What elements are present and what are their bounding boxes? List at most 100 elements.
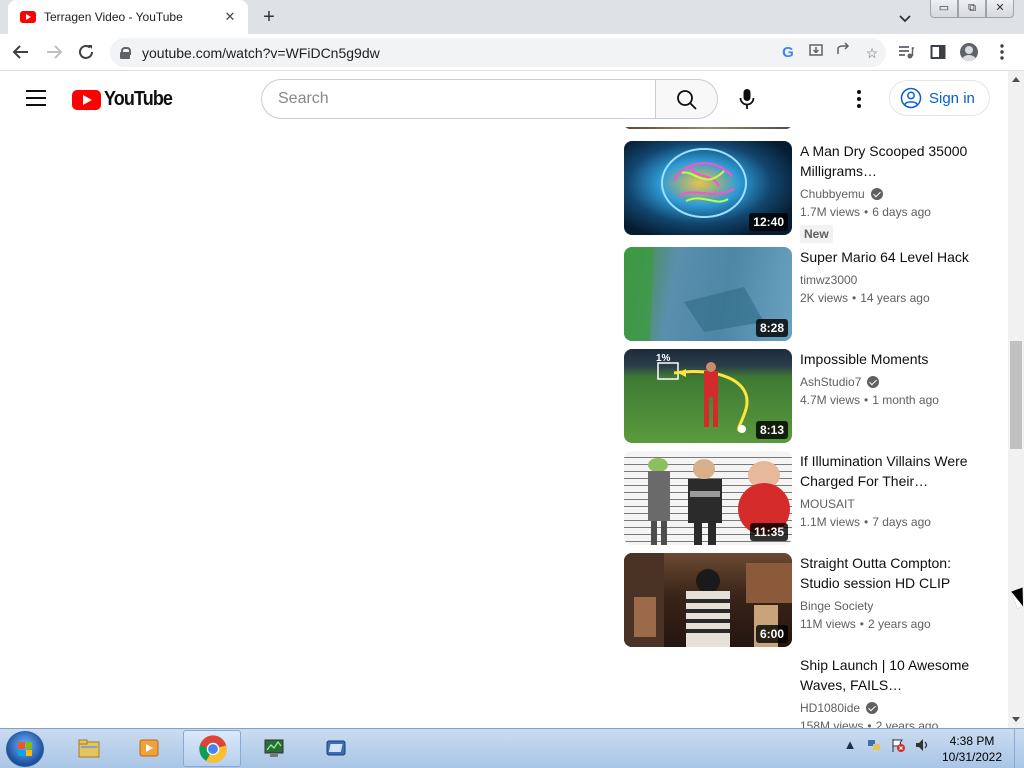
lock-icon[interactable] bbox=[120, 46, 131, 59]
recommendation-item[interactable]: Ship Launch | 10 Awesome Waves, FAILS… H… bbox=[624, 655, 984, 728]
taskbar-explorer[interactable] bbox=[60, 730, 118, 767]
volume-icon[interactable] bbox=[914, 737, 930, 753]
restore-button[interactable]: ⧉ bbox=[958, 0, 986, 18]
chevron-down-icon bbox=[899, 15, 911, 23]
folder-icon bbox=[78, 739, 100, 758]
taskbar-chrome[interactable] bbox=[183, 730, 241, 767]
video-thumbnail[interactable]: 12:40 bbox=[624, 141, 792, 235]
youtube-logo[interactable]: YouTube bbox=[72, 88, 180, 111]
network-icon[interactable] bbox=[866, 737, 882, 753]
sign-in-label: Sign in bbox=[929, 89, 975, 107]
settings-menu-button[interactable] bbox=[848, 87, 872, 111]
system-tray: ▲ bbox=[842, 737, 930, 753]
start-button[interactable] bbox=[6, 731, 44, 767]
video-title[interactable]: Straight Outta Compton: Studio session H… bbox=[800, 553, 970, 593]
recommendation-item[interactable]: 12:40 A Man Dry Scooped 35000 Milligrams… bbox=[624, 141, 984, 243]
channel-name-row: MOUSAIT bbox=[800, 495, 970, 513]
action-center-flag-icon[interactable] bbox=[890, 737, 906, 753]
kebab-menu-icon bbox=[857, 90, 861, 108]
bookmark-star-icon[interactable]: ☆ bbox=[858, 42, 886, 64]
taskbar-media-player[interactable] bbox=[120, 730, 178, 767]
windows-taskbar: ▲ 4:38 PM 10/31/2022 bbox=[0, 728, 1024, 768]
video-stats: 2K views • 14 years ago bbox=[800, 291, 930, 305]
taskbar-window-app[interactable] bbox=[307, 730, 365, 767]
address-bar[interactable]: youtube.com/watch?v=WFiDCn5g9dw G ☆ bbox=[110, 38, 886, 67]
recommendation-item[interactable]: 1% 8:13 Impossible Moments AshStudio7 4.… bbox=[624, 349, 984, 443]
video-meta: Straight Outta Compton: Studio session H… bbox=[800, 553, 970, 633]
new-tab-button[interactable]: + bbox=[258, 6, 280, 28]
page-scrollbar[interactable] bbox=[1008, 71, 1024, 728]
clock-time: 4:38 PM bbox=[949, 734, 995, 748]
video-thumbnail[interactable]: 6:00 bbox=[624, 553, 792, 647]
search-input[interactable]: Search bbox=[261, 79, 655, 119]
tab-close-icon[interactable]: ✕ bbox=[222, 9, 238, 25]
browser-tab[interactable]: Terragen Video - YouTube ✕ bbox=[8, 0, 248, 34]
verified-check-icon bbox=[867, 376, 880, 388]
video-duration: 11:35 bbox=[749, 523, 788, 541]
tab-search-button[interactable] bbox=[895, 8, 915, 28]
clock-date: 10/31/2022 bbox=[941, 750, 1003, 764]
side-panel-button[interactable] bbox=[924, 39, 952, 65]
sign-in-button[interactable]: Sign in bbox=[889, 80, 990, 116]
search-button[interactable] bbox=[655, 79, 718, 119]
scroll-up-arrow-icon[interactable] bbox=[1012, 77, 1020, 82]
upload-age: 1 month ago bbox=[872, 393, 939, 407]
voice-search-button[interactable] bbox=[727, 79, 767, 119]
channel-name-row: Binge Society bbox=[800, 597, 970, 615]
video-thumbnail[interactable]: 8:28 bbox=[624, 247, 792, 341]
window-controls: ▭ ⧉ ✕ bbox=[930, 0, 1014, 18]
video-duration: 12:40 bbox=[749, 213, 788, 231]
browser-menu-button[interactable] bbox=[988, 39, 1016, 65]
video-title[interactable]: If Illumination Villains Were Charged Fo… bbox=[800, 451, 970, 491]
close-window-button[interactable]: ✕ bbox=[986, 0, 1014, 18]
taskbar-task-manager[interactable] bbox=[245, 730, 303, 767]
url-text[interactable]: youtube.com/watch?v=WFiDCn5g9dw bbox=[142, 45, 774, 61]
video-stats: 158M views • 2 years ago bbox=[800, 717, 970, 728]
channel-name[interactable]: MOUSAIT bbox=[800, 497, 855, 511]
scroll-thumb[interactable] bbox=[1010, 341, 1022, 449]
recommendation-item[interactable]: 8:28 Super Mario 64 Level Hack timwz3000… bbox=[624, 247, 984, 341]
youtube-logo-text: YouTube bbox=[104, 88, 173, 110]
guide-menu-button[interactable] bbox=[26, 90, 46, 106]
video-title[interactable]: Ship Launch | 10 Awesome Waves, FAILS… bbox=[800, 655, 970, 695]
media-control-button[interactable] bbox=[892, 39, 920, 65]
show-hidden-icons-icon[interactable]: ▲ bbox=[842, 737, 858, 753]
google-lens-icon[interactable]: G bbox=[774, 42, 802, 64]
back-button[interactable] bbox=[8, 39, 34, 65]
media-queue-icon bbox=[899, 46, 914, 59]
video-thumbnail[interactable]: 1% 8:13 bbox=[624, 349, 792, 443]
channel-name[interactable]: timwz3000 bbox=[800, 273, 857, 287]
video-thumbnail[interactable]: 11:35 bbox=[624, 451, 792, 545]
channel-name-row: Chubbyemu bbox=[800, 185, 970, 203]
video-stats: 11M views • 2 years ago bbox=[800, 617, 931, 631]
video-title[interactable]: Super Mario 64 Level Hack bbox=[800, 247, 970, 267]
system-clock[interactable]: 4:38 PM 10/31/2022 bbox=[932, 733, 1012, 765]
media-player-icon bbox=[139, 739, 159, 757]
share-icon[interactable] bbox=[830, 41, 858, 64]
video-meta: Super Mario 64 Level Hack timwz3000 2K v… bbox=[800, 247, 970, 307]
video-duration: 8:28 bbox=[755, 319, 788, 337]
channel-name[interactable]: Chubbyemu bbox=[800, 187, 865, 201]
reload-button[interactable] bbox=[73, 39, 99, 65]
profile-button[interactable] bbox=[955, 39, 983, 65]
channel-name[interactable]: Binge Society bbox=[800, 599, 873, 613]
recommendation-item[interactable]: 6:00 Straight Outta Compton: Studio sess… bbox=[624, 553, 984, 647]
video-thumbnail[interactable] bbox=[624, 655, 792, 728]
search-icon bbox=[677, 90, 697, 110]
forward-button[interactable] bbox=[41, 39, 67, 65]
view-count: 2K views bbox=[800, 291, 849, 305]
video-title[interactable]: Impossible Moments bbox=[800, 349, 970, 369]
minimize-button[interactable]: ▭ bbox=[930, 0, 958, 18]
monitor-chart-icon bbox=[264, 739, 284, 757]
chrome-icon bbox=[199, 735, 227, 763]
show-desktop-button[interactable] bbox=[1014, 729, 1024, 768]
browser-tab-strip: Terragen Video - YouTube ✕ + ▭ ⧉ ✕ bbox=[0, 0, 1024, 34]
recommendation-item[interactable]: 11:35 If Illumination Villains Were Char… bbox=[624, 451, 984, 545]
channel-name[interactable]: HD1080ide bbox=[800, 701, 860, 715]
channel-name[interactable]: AshStudio7 bbox=[800, 375, 861, 389]
video-title[interactable]: A Man Dry Scooped 35000 Milligrams… bbox=[800, 141, 970, 181]
video-stats: 4.7M views • 1 month ago bbox=[800, 393, 939, 407]
upload-age: 7 days ago bbox=[872, 515, 931, 529]
install-app-icon[interactable] bbox=[802, 42, 830, 64]
scroll-down-arrow-icon[interactable] bbox=[1012, 717, 1020, 722]
